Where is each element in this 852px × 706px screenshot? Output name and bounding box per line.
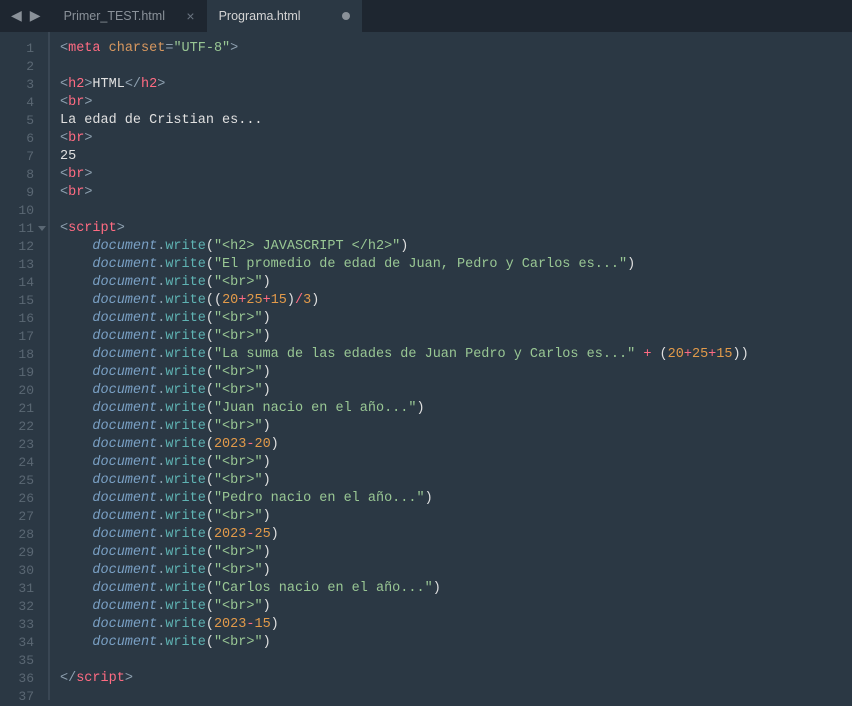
modified-dot-icon xyxy=(342,12,350,20)
line-number: 35 xyxy=(0,652,48,670)
code-line: document.write("<br>") xyxy=(50,364,852,382)
editor: 1 2 3 4 5 6 7 8 9 10 11 12 13 14 15 16 1… xyxy=(0,32,852,700)
line-number: 25 xyxy=(0,472,48,490)
code-line: document.write("<br>") xyxy=(50,418,852,436)
line-number: 7 xyxy=(0,148,48,166)
code-line: document.write("El promedio de edad de J… xyxy=(50,256,852,274)
tab-label: Primer_TEST.html xyxy=(64,9,165,23)
code-line: <br> xyxy=(50,166,852,184)
line-number: 33 xyxy=(0,616,48,634)
line-number: 17 xyxy=(0,328,48,346)
code-line: document.write("La suma de las edades de… xyxy=(50,346,852,364)
line-number: 10 xyxy=(0,202,48,220)
code-line: La edad de Cristian es... xyxy=(50,112,852,130)
code-line: document.write("<br>") xyxy=(50,544,852,562)
line-number: 18 xyxy=(0,346,48,364)
code-line: document.write("<br>") xyxy=(50,598,852,616)
tab-programa[interactable]: Programa.html xyxy=(207,0,362,32)
line-number: 34 xyxy=(0,634,48,652)
tab-label: Programa.html xyxy=(219,9,301,23)
code-line: document.write((20+25+15)/3) xyxy=(50,292,852,310)
line-number: 22 xyxy=(0,418,48,436)
line-number: 9 xyxy=(0,184,48,202)
code-line: document.write("<br>") xyxy=(50,274,852,292)
line-number: 29 xyxy=(0,544,48,562)
line-number: 8 xyxy=(0,166,48,184)
code-line: document.write("Pedro nacio en el año...… xyxy=(50,490,852,508)
code-line: document.write(2023-25) xyxy=(50,526,852,544)
code-line: document.write("<br>") xyxy=(50,382,852,400)
code-line: document.write("<br>") xyxy=(50,328,852,346)
code-line: document.write("<br>") xyxy=(50,310,852,328)
code-line: <br> xyxy=(50,184,852,202)
code-line xyxy=(50,652,852,670)
code-line: <script> xyxy=(50,220,852,238)
code-line: <br> xyxy=(50,94,852,112)
code-line: document.write("<br>") xyxy=(50,634,852,652)
line-number: 37 xyxy=(0,688,48,706)
line-number: 2 xyxy=(0,58,48,76)
code-line xyxy=(50,688,852,706)
code-line: document.write("<h2> JAVASCRIPT </h2>") xyxy=(50,238,852,256)
line-number: 19 xyxy=(0,364,48,382)
line-number: 16 xyxy=(0,310,48,328)
line-number: 5 xyxy=(0,112,48,130)
line-number: 30 xyxy=(0,562,48,580)
line-number: 6 xyxy=(0,130,48,148)
line-number: 28 xyxy=(0,526,48,544)
code-line: 25 xyxy=(50,148,852,166)
nav-forward-icon[interactable]: ▶ xyxy=(27,8,44,25)
line-number: 15 xyxy=(0,292,48,310)
line-number: 23 xyxy=(0,436,48,454)
code-line xyxy=(50,202,852,220)
code-line: document.write("<br>") xyxy=(50,562,852,580)
line-number: 4 xyxy=(0,94,48,112)
nav-arrows: ◀ ▶ xyxy=(0,0,52,32)
code-line xyxy=(50,58,852,76)
code-line: document.write("<br>") xyxy=(50,508,852,526)
nav-back-icon[interactable]: ◀ xyxy=(8,8,25,25)
line-number: 26 xyxy=(0,490,48,508)
line-number: 21 xyxy=(0,400,48,418)
line-number: 27 xyxy=(0,508,48,526)
title-bar: ◀ ▶ Primer_TEST.html × Programa.html xyxy=(0,0,852,32)
line-number: 12 xyxy=(0,238,48,256)
code-line: document.write("Juan nacio en el año..."… xyxy=(50,400,852,418)
code-line: <br> xyxy=(50,130,852,148)
line-number: 24 xyxy=(0,454,48,472)
line-number: 3 xyxy=(0,76,48,94)
code-line: </script> xyxy=(50,670,852,688)
line-number: 31 xyxy=(0,580,48,598)
code-line: <meta charset="UTF-8"> xyxy=(50,40,852,58)
tab-strip: Primer_TEST.html × Programa.html xyxy=(52,0,362,32)
line-number: 32 xyxy=(0,598,48,616)
tab-primer-test[interactable]: Primer_TEST.html × xyxy=(52,0,207,32)
line-number: 1 xyxy=(0,40,48,58)
line-number: 14 xyxy=(0,274,48,292)
line-number[interactable]: 11 xyxy=(0,220,48,238)
line-number: 13 xyxy=(0,256,48,274)
code-line: document.write("<br>") xyxy=(50,454,852,472)
line-number-gutter: 1 2 3 4 5 6 7 8 9 10 11 12 13 14 15 16 1… xyxy=(0,32,48,700)
code-line: <h2>HTML</h2> xyxy=(50,76,852,94)
code-line: document.write("Carlos nacio en el año..… xyxy=(50,580,852,598)
code-line: document.write(2023-20) xyxy=(50,436,852,454)
line-number: 20 xyxy=(0,382,48,400)
code-line: document.write("<br>") xyxy=(50,472,852,490)
code-area[interactable]: <meta charset="UTF-8"> <h2>HTML</h2> <br… xyxy=(48,32,852,700)
line-number: 36 xyxy=(0,670,48,688)
code-line: document.write(2023-15) xyxy=(50,616,852,634)
close-icon[interactable]: × xyxy=(186,8,194,24)
